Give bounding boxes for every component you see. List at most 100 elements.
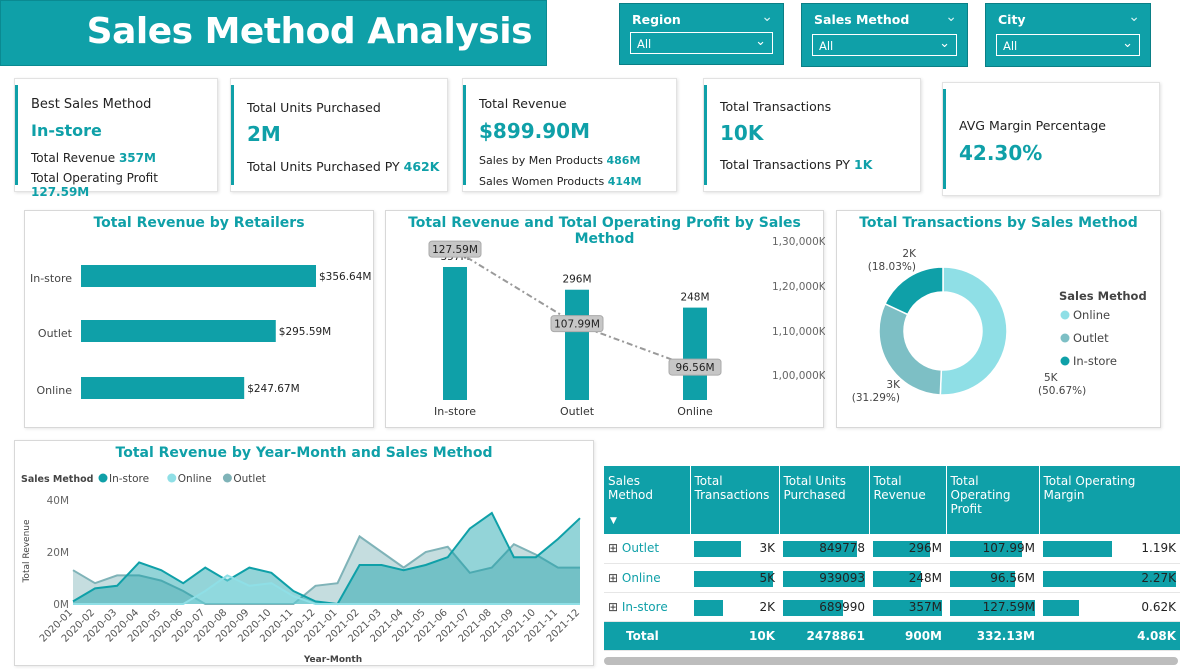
header-transactions[interactable]: Total Transactions (690, 466, 780, 534)
legend-marker (167, 473, 177, 483)
revenue-value: 357M (118, 151, 156, 165)
collapse-chevron-icon[interactable]: ⌄ (761, 9, 773, 25)
donut-percent-label: (50.67%) (1038, 385, 1086, 397)
city-slicer[interactable]: City ⌄ All ⌄ (985, 3, 1151, 67)
value-cell: 248M (869, 563, 946, 593)
horizontal-scrollbar[interactable] (604, 657, 1178, 665)
header-revenue[interactable]: Total Revenue (869, 466, 947, 534)
legend-item-label: Outlet (1073, 331, 1109, 345)
header-sales-method[interactable]: Sales Method ▼ (604, 466, 691, 534)
revenue-bar (565, 289, 589, 400)
expand-icon[interactable]: ⊞ (608, 571, 622, 585)
x-category-label: Outlet (560, 405, 595, 418)
value-cell: 2K (690, 592, 779, 622)
retailers-chart: Total Revenue by Retailers In-store $356.… (24, 210, 374, 428)
legend-item-label: Online (178, 473, 212, 485)
region-dropdown[interactable]: All ⌄ (630, 32, 773, 54)
retailer-bar (81, 320, 276, 342)
legend-marker (1060, 333, 1070, 343)
donut-chart-svg: 5K(50.67%) 3K(31.29%) 2K(18.03%) Sales Meth… (852, 248, 1147, 404)
area-chart: Total Revenue by Year-Month and Sales Me… (14, 440, 594, 666)
cell-value: 248M (908, 570, 942, 585)
row-label-cell[interactable]: ⊞ Outlet (604, 534, 690, 564)
sales-method-dropdown[interactable]: All ⌄ (812, 34, 957, 56)
table-row[interactable]: ⊞ Outlet 3K 849778 296M 107.99M 1.19K (604, 534, 1180, 564)
profit-value: 127.59M (31, 185, 90, 199)
row-label-cell[interactable]: ⊞ In-store (604, 592, 690, 622)
revenue-bar (443, 267, 467, 400)
women-sales-label: Sales Women Products (479, 175, 605, 188)
collapse-chevron-icon[interactable]: ⌄ (945, 9, 957, 25)
cell-value: 0.62K (1141, 599, 1176, 614)
bar-data-label: 248M (680, 292, 709, 304)
right-axis-tick-label: 1,20,000K (772, 281, 825, 293)
women-sales-value: 414M (607, 175, 642, 188)
collapse-chevron-icon[interactable]: ⌄ (1128, 9, 1140, 25)
sales-method-slicer[interactable]: Sales Method ⌄ All ⌄ (801, 3, 968, 67)
transactions-value: 10K (720, 121, 764, 145)
value-cell: 5K (690, 563, 779, 593)
retailer-bar (81, 265, 316, 287)
row-label-cell[interactable]: ⊞ Online (604, 563, 690, 593)
chevron-down-icon: ⌄ (1122, 36, 1133, 51)
best-method-card: Best Sales Method In-store Total Revenue… (14, 78, 218, 199)
accent-bar (231, 85, 234, 185)
legend-item-label: Outlet (233, 473, 266, 485)
total-label: Total (604, 621, 690, 651)
value-cell: 939093 (779, 563, 869, 593)
value-cell: 127.59M (946, 592, 1039, 622)
sales-method-slicer-label: Sales Method (814, 12, 910, 27)
donut-percent-label: (18.03%) (868, 261, 916, 273)
x-axis-label: Year-Month (303, 655, 362, 665)
bar-category-label: In-store (30, 272, 72, 285)
line-data-label: 107.99M (554, 319, 600, 331)
total-row: Total 10K 2478861 900M 332.13M 4.08K (604, 621, 1180, 651)
expand-icon[interactable]: ⊞ (608, 600, 622, 614)
y-axis-label: Total Revenue (22, 519, 32, 584)
men-sales-label: Sales by Men Products (479, 154, 603, 167)
bar-data-label: $247.67M (247, 383, 299, 395)
legend-title: Sales Method (21, 474, 93, 485)
total-value: 2478861 (779, 621, 869, 651)
sales-method-value: All (819, 39, 834, 53)
cell-value: 96.56M (990, 570, 1035, 585)
cell-value: 849778 (819, 541, 865, 556)
margin-value: 42.30% (959, 141, 1043, 165)
cell-value: 2.27K (1141, 570, 1176, 585)
best-method-title: Best Sales Method (31, 97, 152, 112)
value-cell: 296M (869, 534, 946, 564)
margin-card: AVG Margin Percentage 42.30% (942, 82, 1160, 196)
cell-value: 689990 (819, 599, 865, 614)
header-units[interactable]: Total Units Purchased (779, 466, 870, 534)
units-title: Total Units Purchased (247, 100, 381, 115)
total-value: 332.13M (946, 621, 1039, 651)
value-cell: 107.99M (946, 534, 1039, 564)
value-cell: 2.27K (1039, 563, 1180, 593)
bar-category-label: Online (37, 384, 73, 397)
legend-item-label: In-store (109, 473, 149, 485)
sort-caret-icon[interactable]: ▼ (610, 516, 617, 526)
legend-marker (98, 473, 108, 483)
cell-value: 2K (759, 599, 775, 614)
line-data-label: 96.56M (675, 362, 714, 374)
value-cell: 0.62K (1039, 592, 1180, 622)
header-profit[interactable]: Total Operating Profit (946, 466, 1040, 534)
chevron-down-icon: ⌄ (755, 34, 766, 49)
city-dropdown[interactable]: All ⌄ (996, 34, 1140, 56)
area-chart-svg: 0M20M40MTotal RevenueYear-MonthSales Met… (21, 473, 582, 665)
best-method-profit: Total Operating Profit 127.59M (31, 171, 217, 199)
revenue-value: $899.90M (479, 119, 590, 143)
sales-method-matrix: Sales Method ▼ Total Transactions Total U… (604, 466, 1180, 651)
total-value: 10K (690, 621, 779, 651)
header-margin[interactable]: Total Operating Margin (1039, 466, 1180, 534)
accent-bar (463, 85, 466, 185)
expand-icon[interactable]: ⊞ (608, 541, 622, 555)
units-value: 2M (247, 122, 281, 146)
cell-value: 357M (908, 599, 942, 614)
table-row[interactable]: ⊞ Online 5K 939093 248M 96.56M 2.27K (604, 563, 1180, 593)
donut-slice (884, 266, 944, 316)
x-category-label: In-store (434, 405, 476, 418)
table-row[interactable]: ⊞ In-store 2K 689990 357M 127.59M 0.62K (604, 592, 1180, 622)
cell-value: 107.99M (982, 541, 1035, 556)
region-slicer[interactable]: Region ⌄ All ⌄ (619, 3, 784, 65)
